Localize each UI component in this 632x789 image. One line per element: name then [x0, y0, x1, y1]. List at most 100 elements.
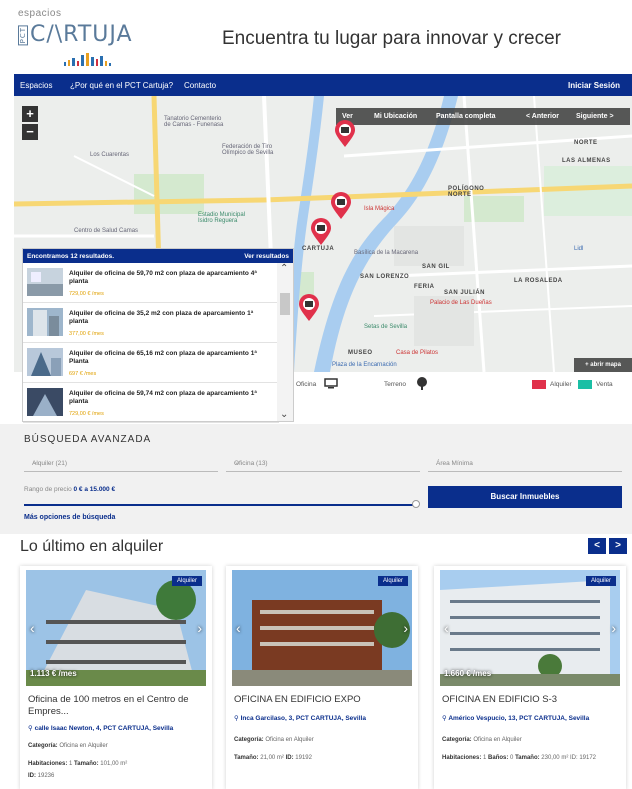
legend-venta-swatch: [578, 380, 592, 389]
card-category-label: Categoría:: [442, 737, 472, 743]
card-specs: Habitaciones: 1 Tamaño: 101,00 m²: [28, 760, 206, 769]
chevron-left-icon[interactable]: ‹: [30, 620, 35, 636]
card-spec-label: Tamaño:: [515, 755, 540, 761]
map-label-salud: Centro de Salud Camas: [74, 228, 139, 234]
card-category-value: Oficina en Alquiler: [473, 737, 522, 743]
card-spec-label: Tamaño:: [74, 761, 99, 767]
nav-por-que[interactable]: ¿Por qué en el PCT Cartuja?: [70, 81, 173, 90]
price-range-handle[interactable]: [412, 500, 420, 508]
legend-alquiler-swatch: [532, 380, 546, 389]
card-price: 1.660 € /mes: [444, 669, 492, 678]
map-location-button[interactable]: Mi Ubicación: [374, 113, 417, 120]
results-panel: Encontramos 12 resultados. Ver resultado…: [22, 248, 294, 423]
chevron-up-icon[interactable]: ⌃: [280, 263, 288, 274]
logo-main-text: PCT C/\RTUJA: [18, 22, 133, 47]
price-range-prefix: Rango de precio: [24, 486, 74, 493]
property-card[interactable]: Alquiler 1.660 € /mes ‹ › OFICINA EN EDI…: [434, 566, 626, 789]
more-options-link[interactable]: Más opciones de búsqueda: [24, 514, 115, 521]
zoom-in-button[interactable]: +: [22, 106, 38, 122]
card-title[interactable]: OFICINA EN EDIFICIO S-3: [442, 694, 620, 706]
price-range-label: Rango de precio 0 € a 15.000 €: [24, 486, 115, 493]
legend-venta: Venta: [596, 381, 613, 388]
map-toolbar: Ver Mi Ubicación Pantalla completa < Ant…: [336, 108, 630, 125]
operation-select[interactable]: Alquiler (21) ⌄: [24, 454, 218, 472]
chevron-down-icon[interactable]: ⌄: [280, 409, 288, 420]
card-category-label: Categoría:: [234, 737, 264, 743]
map-label-plaza: Plaza de la Encarnación: [332, 362, 397, 368]
map-label-cartuja: CARTUJA: [302, 246, 335, 252]
price-range-slider[interactable]: [24, 504, 416, 506]
nav-contacto[interactable]: Contacto: [184, 81, 216, 90]
map-pin-icon[interactable]: [334, 120, 356, 148]
map-pin-icon[interactable]: [310, 218, 332, 246]
property-image[interactable]: Alquiler ‹ ›: [232, 570, 412, 686]
result-price: 697 € /mes: [69, 371, 97, 377]
carousel-next-button[interactable]: >: [609, 538, 627, 554]
map-pin-icon[interactable]: [330, 192, 352, 220]
status-badge: Alquiler: [171, 576, 202, 586]
card-title[interactable]: Oficina de 100 metros en el Centro de Em…: [28, 694, 206, 718]
advanced-search-title: BÚSQUEDA AVANZADA: [24, 434, 152, 445]
card-title[interactable]: OFICINA EN EDIFICIO EXPO: [234, 694, 412, 706]
map-label-sanjulian: SAN JULIÁN: [444, 290, 486, 296]
chevron-right-icon[interactable]: ›: [197, 620, 202, 636]
type-select[interactable]: Oficina (13) ⌄: [226, 454, 420, 472]
result-item[interactable]: Alquiler de oficina de 59,74 m2 con plaz…: [23, 383, 279, 423]
map-prev-button[interactable]: < Anterior: [526, 113, 559, 120]
map-label-federacion: Federación de Tiro Olímpico de Sevilla: [222, 144, 274, 156]
login-link[interactable]: Iniciar Sesión: [568, 81, 620, 90]
status-badge: Alquiler: [585, 576, 616, 586]
card-spec-value: 230,00 m² ID: 19172: [541, 755, 596, 761]
logo[interactable]: espacios PCT C/\RTUJA: [18, 8, 138, 68]
map-next-button[interactable]: Siguiente >: [576, 113, 614, 120]
result-title: Alquiler de oficina de 59,70 m2 con plaz…: [69, 270, 257, 285]
map-pin-icon[interactable]: [298, 294, 320, 322]
view-results-link[interactable]: Ver resultados: [244, 253, 289, 260]
chevron-down-icon: ⌄: [234, 459, 240, 466]
chevron-right-icon[interactable]: ›: [403, 620, 408, 636]
zoom-out-button[interactable]: −: [22, 124, 38, 140]
monitor-icon: [324, 378, 338, 389]
carousel-prev-button[interactable]: <: [588, 538, 606, 554]
nav-espacios[interactable]: Espacios: [20, 81, 52, 90]
logo-wordmark: C/\RTUJA: [30, 22, 133, 47]
card-category: Categoría: Oficina en Alquiler: [28, 742, 206, 751]
card-spec-label: Habitaciones:: [442, 755, 482, 761]
search-button[interactable]: Buscar Inmuebles: [428, 486, 622, 508]
card-spec-value: 1: [483, 755, 487, 761]
map-fullscreen-button[interactable]: Pantalla completa: [436, 113, 496, 120]
legend-alquiler: Alquiler: [550, 381, 572, 388]
property-image[interactable]: Alquiler 1.113 € /mes ‹ ›: [26, 570, 206, 686]
results-scrollbar[interactable]: ⌃ ⌄: [277, 263, 293, 421]
card-id: ID: 19236: [28, 772, 206, 781]
result-item[interactable]: Alquiler de oficina de 65,16 m2 con plaz…: [23, 343, 279, 383]
open-map-button[interactable]: + abrir mapa: [574, 358, 632, 372]
result-item[interactable]: Alquiler de oficina de 59,70 m2 con plaz…: [23, 263, 279, 303]
result-thumbnail: [27, 308, 63, 336]
card-spec-value: 21,00 m²: [260, 755, 284, 761]
zoom-controls: + −: [22, 106, 38, 142]
result-item[interactable]: Alquiler de oficina de 35,2 m2 con plaza…: [23, 303, 279, 343]
card-category: Categoría: Oficina en Alquiler: [442, 736, 620, 745]
card-spec-label: Habitaciones:: [28, 761, 68, 767]
card-address: ⚲ Américo Vespucio, 13, PCT CARTUJA, Sev…: [442, 714, 589, 722]
property-card[interactable]: Alquiler ‹ › OFICINA EN EDIFICIO EXPO ⚲ …: [226, 566, 418, 789]
map-marker-icon: ⚲: [234, 715, 241, 722]
result-thumbnail: [27, 268, 63, 296]
property-image[interactable]: Alquiler 1.660 € /mes ‹ ›: [440, 570, 620, 686]
chevron-right-icon[interactable]: ›: [611, 620, 616, 636]
property-card[interactable]: Alquiler 1.113 € /mes ‹ › Oficina de 100…: [20, 566, 212, 789]
card-price: 1.113 € /mes: [30, 669, 77, 678]
card-spec-label: Tamaño:: [234, 755, 259, 761]
logo-top-text: espacios: [18, 8, 62, 19]
logo-pct-text: PCT: [18, 24, 28, 46]
legend-oficina: Oficina: [296, 381, 317, 388]
min-area-input[interactable]: Área Mínima: [428, 454, 622, 472]
map-view-button[interactable]: Ver: [342, 113, 353, 120]
card-spec-value: 19192: [295, 755, 312, 761]
legend-terreno: Terreno: [384, 381, 407, 388]
scroll-thumb[interactable]: [280, 293, 290, 315]
map-label-macarena: Basílica de la Macarena: [354, 250, 419, 256]
chevron-left-icon[interactable]: ‹: [444, 620, 449, 636]
chevron-left-icon[interactable]: ‹: [236, 620, 241, 636]
